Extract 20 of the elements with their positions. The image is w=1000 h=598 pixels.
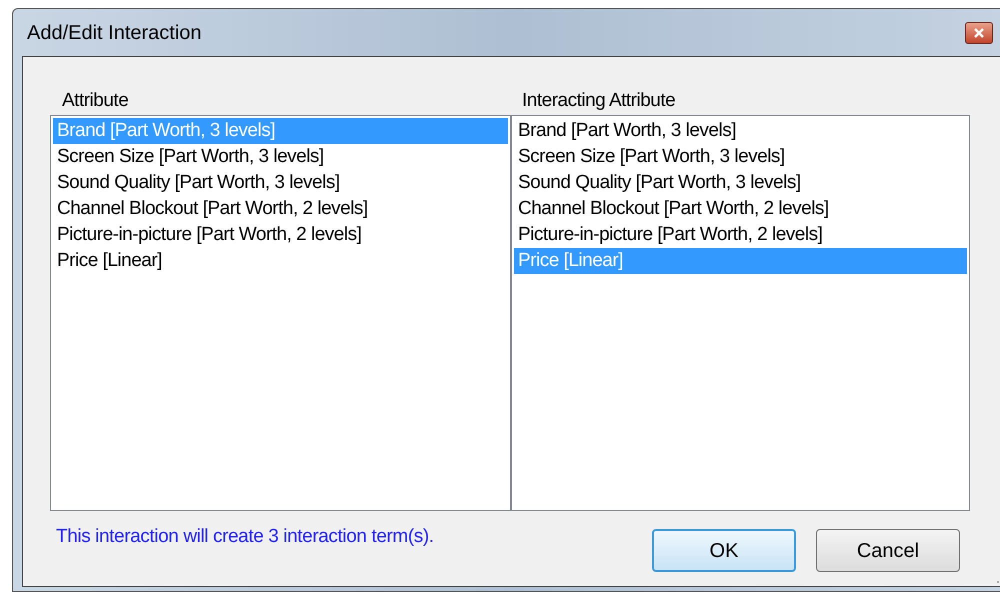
list-item[interactable]: Screen Size [Part Worth, 3 levels] (514, 144, 967, 170)
list-item[interactable]: Sound Quality [Part Worth, 3 levels] (53, 170, 508, 196)
list-item[interactable]: Channel Blockout [Part Worth, 2 levels] (53, 196, 508, 222)
attribute-listbox[interactable]: Brand [Part Worth, 3 levels] Screen Size [Part Worth, 3 levels] Sound Quality [Part Worth, 3 levels] Channel Blockout [Part Worth, 2 levels] Picture-in-picture [Part Worth, 2 levels] Price [Linear] (50, 115, 511, 511)
list-item[interactable]: Screen Size [Part Worth, 3 levels] (53, 144, 508, 170)
list-label: Interacting Attribute (522, 89, 676, 113)
close-button[interactable] (965, 22, 993, 44)
close-icon (974, 28, 984, 38)
list-item[interactable]: Picture-in-picture [Part Worth, 2 levels] (514, 222, 967, 248)
list-item[interactable]: Channel Blockout [Part Worth, 2 levels] (514, 196, 967, 222)
list-item[interactable]: Brand [Part Worth, 3 levels] (514, 118, 967, 144)
interacting-attribute-listbox[interactable]: Brand [Part Worth, 3 levels] Screen Size [Part Worth, 3 levels] Sound Quality [Part Worth, 3 levels] Channel Blockout [Part Worth, 2 levels] Picture-in-picture [Part Worth, 2 levels] Price [Linear] (511, 115, 970, 511)
list-label: Attribute (62, 89, 130, 113)
window-title: Add/Edit Interaction (27, 20, 202, 46)
list-item[interactable]: Picture-in-picture [Part Worth, 2 levels] (53, 222, 508, 248)
list-item[interactable]: Sound Quality [Part Worth, 3 levels] (514, 170, 967, 196)
status-message: This interaction will create 3 interaction term(s). (56, 525, 434, 549)
dialog-button[interactable]: OK (652, 529, 796, 572)
dialog-button[interactable]: Cancel (816, 529, 960, 572)
list-item[interactable]: Price [Linear] (53, 248, 508, 274)
